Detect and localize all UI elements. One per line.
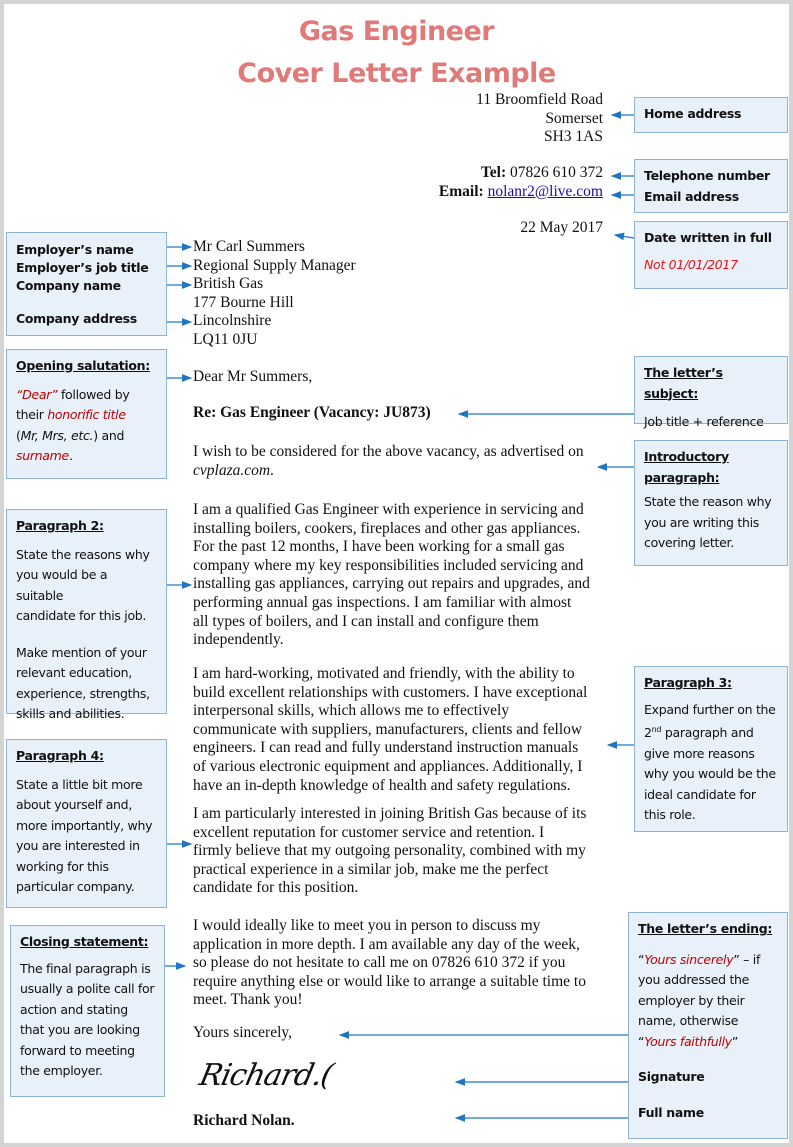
connector-arrows xyxy=(165,111,635,1122)
cover-letter-page: Gas Engineer Cover Letter Example 11 Bro… xyxy=(4,4,789,1143)
arrow-date xyxy=(613,232,635,241)
